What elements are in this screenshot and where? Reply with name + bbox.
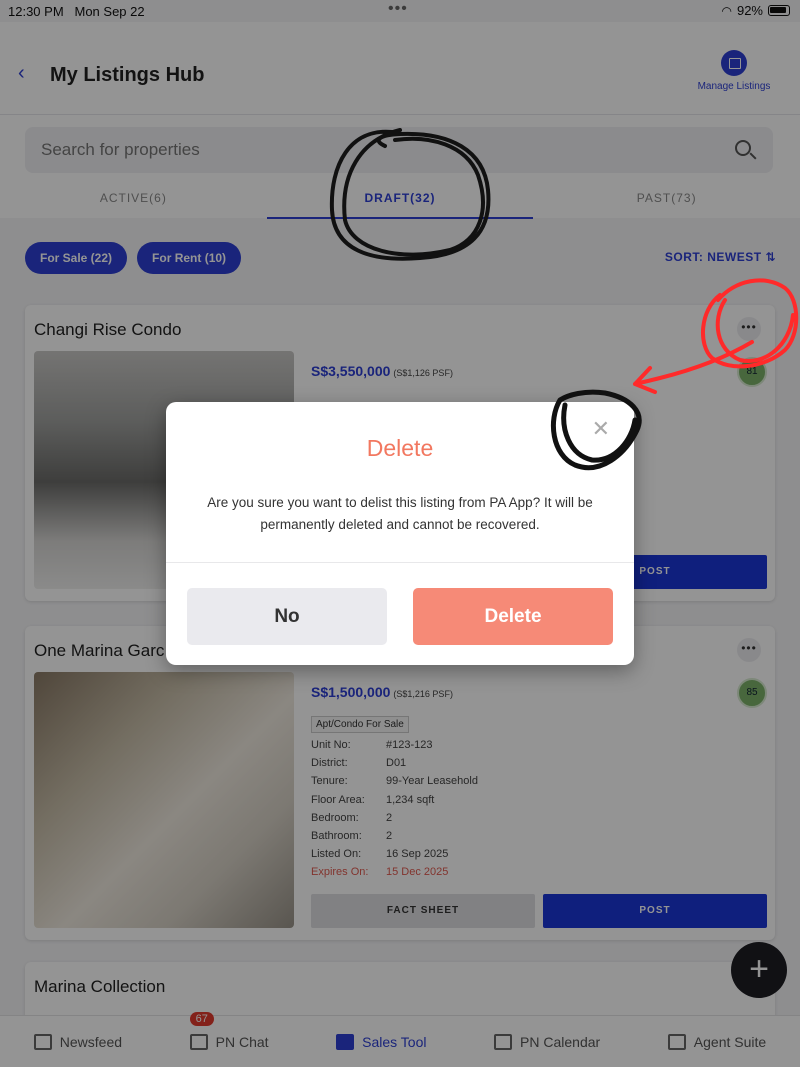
delete-button[interactable]: Delete [413,588,613,645]
delete-dialog: ✕ Delete Are you sure you want to delist… [166,402,634,665]
dialog-divider [166,562,634,563]
dialog-title: Delete [366,435,434,461]
no-button[interactable]: No [187,588,387,645]
dialog-message: Are you sure you want to delist this lis… [207,495,593,532]
